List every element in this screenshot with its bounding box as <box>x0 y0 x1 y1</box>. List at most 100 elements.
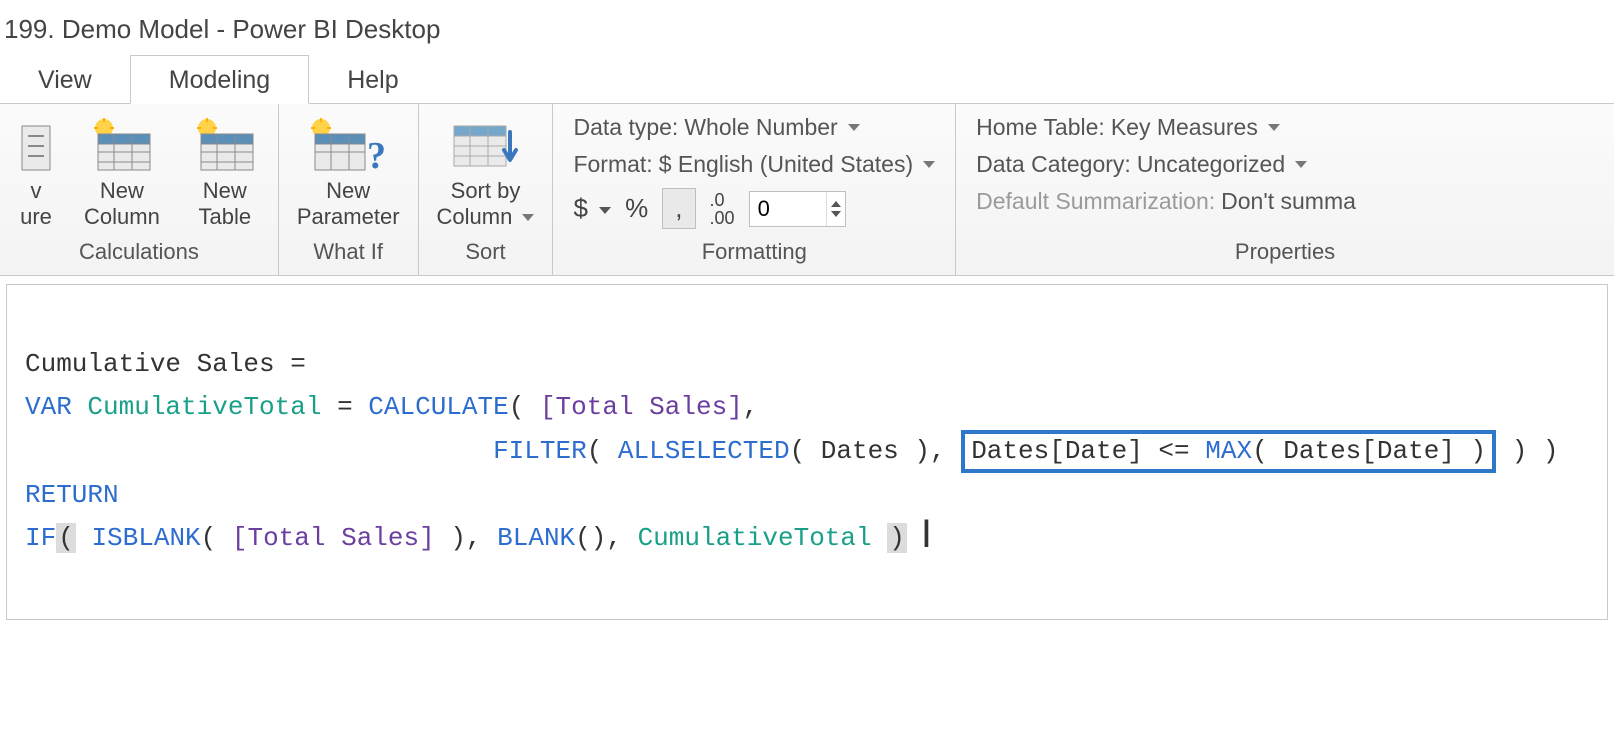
dax-open1: ( <box>509 392 540 422</box>
spin-down-icon[interactable] <box>831 211 841 217</box>
chevron-down-icon <box>599 207 611 214</box>
dax-isblank: ISBLANK <box>91 523 200 553</box>
sort-label1: Sort by <box>451 178 521 203</box>
spin-up-icon[interactable] <box>831 201 841 207</box>
dax-if: IF <box>25 523 56 553</box>
group-whatif: ? New Parameter What If <box>279 104 419 275</box>
decimal-bottom: .00 <box>710 209 735 227</box>
new-column-label1: New <box>100 178 144 203</box>
data-type-label: Data type: <box>573 114 678 141</box>
bracket-close-hl: ) <box>887 523 907 553</box>
new-table-label2: Table <box>199 204 252 229</box>
sort-label2: Column <box>437 204 535 229</box>
chevron-down-icon <box>1268 124 1280 131</box>
group-properties-label: Properties <box>976 229 1594 271</box>
home-table-value: Key Measures <box>1111 114 1258 141</box>
decimal-places-button[interactable]: .0 .00 <box>710 191 735 227</box>
dax-allselected: ALLSELECTED <box>618 436 790 466</box>
dax-var-ref: CumulativeTotal <box>638 523 872 553</box>
decimal-places-input[interactable] <box>750 192 826 226</box>
currency-label: $ <box>573 193 587 223</box>
dax-var-kw: VAR <box>25 392 72 422</box>
home-table-label: Home Table: <box>976 114 1105 141</box>
sort-by-column-button[interactable]: Sort by Column <box>433 118 539 229</box>
dax-box-a: Dates[Date] <= <box>971 436 1205 466</box>
highlighted-expression-box: Dates[Date] <= MAX( Dates[Date] ) <box>961 430 1496 473</box>
group-properties: Home Table: Key Measures Data Category: … <box>956 104 1614 275</box>
bracket-open-hl: ( <box>56 523 76 553</box>
format-value: $ English (United States) <box>659 151 913 178</box>
data-category-label: Data Category: <box>976 151 1131 178</box>
decimal-places-spinner[interactable] <box>749 191 846 227</box>
sp <box>76 523 92 553</box>
group-sort-label: Sort <box>465 229 505 271</box>
formula-bar[interactable]: Cumulative Sales = VAR CumulativeTotal =… <box>6 284 1608 620</box>
group-sort: Sort by Column Sort <box>419 104 554 275</box>
new-table-button[interactable]: New Table <box>186 118 264 229</box>
home-table-dropdown[interactable]: Home Table: Key Measures <box>976 114 1594 141</box>
chevron-down-icon <box>1295 161 1307 168</box>
new-column-button[interactable]: New Column <box>80 118 164 229</box>
svg-text:?: ? <box>367 135 386 174</box>
new-column-icon <box>90 118 154 174</box>
dax-calculate: CALCULATE <box>368 392 508 422</box>
new-parameter-icon: ? <box>307 118 389 174</box>
chevron-down-icon <box>923 161 935 168</box>
new-parameter-button[interactable]: ? New Parameter <box>293 118 404 229</box>
group-formatting-label: Formatting <box>573 229 935 271</box>
percent-button[interactable]: % <box>625 193 648 224</box>
dax-var-name: CumulativeTotal <box>87 392 321 422</box>
thousands-separator-button[interactable]: , <box>662 188 695 229</box>
data-category-dropdown[interactable]: Data Category: Uncategorized <box>976 151 1594 178</box>
new-measure-label1: v <box>31 178 42 203</box>
default-sum-value: Don't summa <box>1221 188 1356 215</box>
dax-l5p2: ), <box>435 523 497 553</box>
dax-blank: BLANK <box>497 523 575 553</box>
dax-pad <box>25 436 493 466</box>
new-table-icon <box>193 118 257 174</box>
tab-modeling[interactable]: Modeling <box>130 55 309 104</box>
sort-icon <box>450 118 522 174</box>
tab-view[interactable]: View <box>0 56 130 103</box>
group-whatif-label: What If <box>313 229 383 271</box>
dax-p2: ( Dates ), <box>790 436 962 466</box>
dax-max: MAX <box>1205 436 1252 466</box>
data-type-dropdown[interactable]: Data type: Whole Number <box>573 114 935 141</box>
dax-eq: = <box>321 392 368 422</box>
ribbon-tabs: View Modeling Help <box>0 55 1614 104</box>
dax-measure1: [Total Sales] <box>540 392 743 422</box>
tab-help[interactable]: Help <box>309 56 436 103</box>
decimal-top: .0 <box>710 191 725 209</box>
ribbon: v ure New Column <box>0 104 1614 276</box>
group-formatting: Data type: Whole Number Format: $ Englis… <box>553 104 956 275</box>
dax-comma1: , <box>743 392 759 422</box>
data-category-value: Uncategorized <box>1137 151 1285 178</box>
group-calculations-label: Calculations <box>79 229 199 271</box>
window-title: 199. Demo Model - Power BI Desktop <box>0 0 1614 55</box>
data-type-value: Whole Number <box>684 114 837 141</box>
new-parameter-label1: New <box>326 178 370 203</box>
new-measure-button[interactable]: v ure <box>14 118 58 229</box>
dax-l5p1: ( <box>201 523 232 553</box>
text-cursor-icon: I <box>921 518 932 550</box>
dax-measure2: [Total Sales] <box>232 523 435 553</box>
dax-p1: ( <box>587 436 618 466</box>
dax-filter: FILTER <box>493 436 587 466</box>
new-table-label1: New <box>203 178 247 203</box>
dax-tail: ) ) <box>1496 436 1558 466</box>
chevron-down-icon <box>848 124 860 131</box>
new-measure-label2: ure <box>20 204 52 229</box>
new-parameter-label2: Parameter <box>297 204 400 229</box>
dax-l5p3: (), <box>575 523 637 553</box>
group-calculations: v ure New Column <box>0 104 279 275</box>
dax-box-b: ( Dates[Date] ) <box>1252 436 1486 466</box>
default-summarization-dropdown: Default Summarization: Don't summa <box>976 188 1594 215</box>
dax-return: RETURN <box>25 480 119 510</box>
default-sum-label: Default Summarization: <box>976 188 1215 215</box>
chevron-down-icon <box>522 214 534 221</box>
format-dropdown[interactable]: Format: $ English (United States) <box>573 151 935 178</box>
dax-line1: Cumulative Sales = <box>25 349 321 379</box>
currency-button[interactable]: $ <box>573 193 611 224</box>
new-column-label2: Column <box>84 204 160 229</box>
measure-icon <box>18 118 54 174</box>
